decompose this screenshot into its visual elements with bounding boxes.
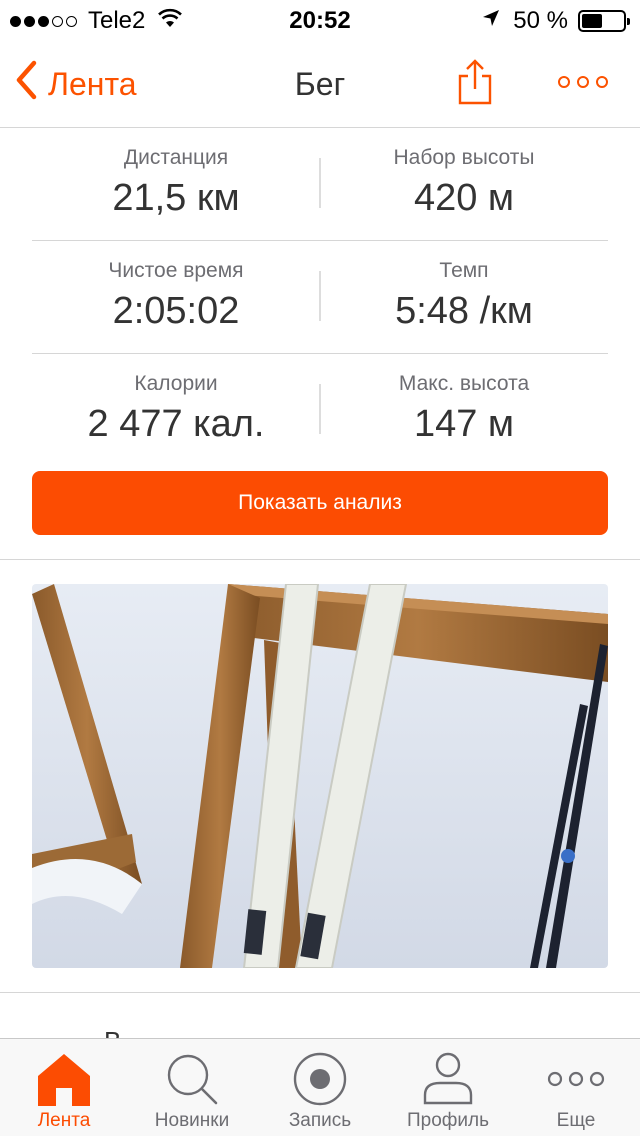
share-icon (455, 59, 495, 110)
more-dot-icon (577, 76, 589, 88)
status-left: Tele2 (10, 7, 183, 35)
record-icon (290, 1049, 350, 1109)
section-divider (0, 992, 640, 993)
search-icon (162, 1049, 222, 1109)
profile-icon (418, 1049, 478, 1109)
stat-value: 2:05:02 (112, 290, 240, 332)
tab-record[interactable]: Запись (256, 1039, 384, 1136)
section-divider (0, 559, 640, 560)
stat-label: Калории (134, 372, 218, 395)
show-analysis-button[interactable]: Показать анализ (32, 471, 608, 535)
skis-photo-image (32, 584, 608, 968)
wifi-icon (157, 7, 183, 35)
stats-row: Калории 2 477 кал. Макс. высота 147 м (32, 354, 608, 467)
stat-label: Чистое время (108, 259, 244, 282)
back-button-label: Лента (48, 65, 137, 102)
stat-pace: Темп 5:48 /км (320, 241, 608, 333)
back-button[interactable]: Лента (14, 60, 137, 108)
stat-elevation-gain: Набор высоты 420 м (320, 128, 608, 220)
share-button[interactable] (455, 58, 495, 106)
carrier-name: Tele2 (88, 7, 146, 34)
tab-label: Лента (37, 1110, 91, 1131)
tab-more[interactable]: Еще (512, 1039, 640, 1136)
stat-label: Дистанция (123, 146, 229, 169)
tab-profile[interactable]: Профиль (384, 1039, 512, 1136)
more-icon (546, 1049, 606, 1109)
battery-percent: 50 % (513, 7, 568, 34)
stats-row: Чистое время 2:05:02 Темп 5:48 /км (32, 241, 608, 354)
stat-label: Набор высоты (393, 146, 535, 169)
stat-value: 2 477 кал. (87, 403, 265, 445)
stat-value: 420 м (413, 177, 515, 219)
location-arrow-icon (481, 7, 501, 35)
activity-stats: Дистанция 21,5 км Набор высоты 420 м Чис… (32, 128, 608, 467)
tab-label: Запись (288, 1110, 352, 1131)
stat-distance: Дистанция 21,5 км (32, 128, 320, 220)
stat-label: Темп (439, 259, 489, 282)
battery-icon (578, 10, 630, 32)
status-right: 50 % (481, 7, 630, 35)
stat-max-elevation: Макс. высота 147 м (320, 354, 608, 446)
tab-feed[interactable]: Лента (0, 1039, 128, 1136)
more-options-button[interactable] (558, 72, 608, 92)
chevron-left-icon (14, 60, 48, 108)
status-bar: Tele2 20:52 50 % (0, 0, 640, 42)
more-dot-icon (558, 76, 570, 88)
activity-photo[interactable] (32, 584, 608, 968)
stat-value: 21,5 км (112, 177, 240, 219)
stats-row: Дистанция 21,5 км Набор высоты 420 м (32, 128, 608, 241)
stat-moving-time: Чистое время 2:05:02 (32, 241, 320, 333)
stat-value: 5:48 /км (395, 290, 533, 332)
tab-explore[interactable]: Новинки (128, 1039, 256, 1136)
battery-fill (582, 14, 602, 28)
tab-bar: Лента Новинки Запись Профиль Еще (0, 1038, 640, 1136)
more-dot-icon (596, 76, 608, 88)
tab-label: Еще (556, 1110, 596, 1131)
stat-label: Макс. высота (398, 372, 530, 395)
stat-calories: Калории 2 477 кал. (32, 354, 320, 446)
tab-label: Новинки (154, 1110, 230, 1131)
navigation-bar: Лента Бег (0, 42, 640, 128)
stat-value: 147 м (413, 403, 515, 445)
signal-strength-icon (10, 15, 80, 27)
tab-label: Профиль (406, 1110, 490, 1131)
home-icon (34, 1049, 94, 1109)
